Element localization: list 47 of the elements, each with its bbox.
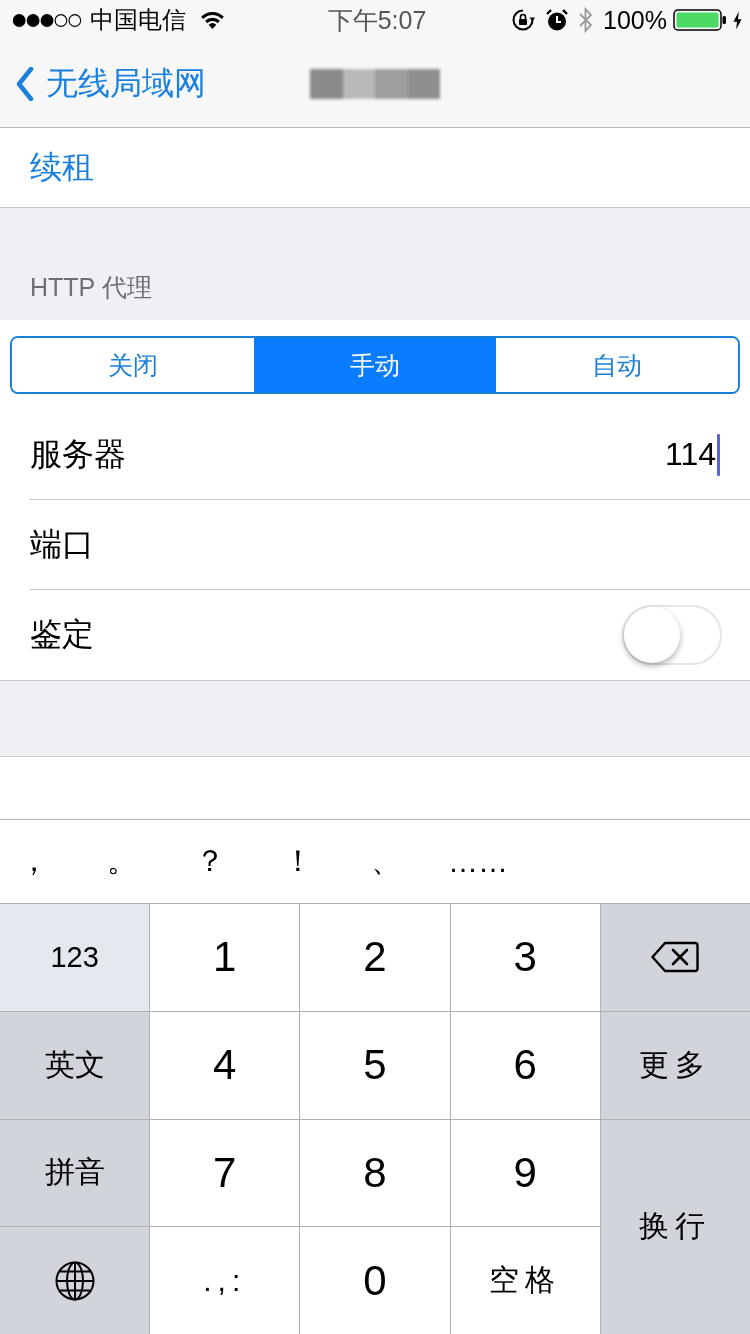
candidate-key[interactable]: 。 xyxy=(96,841,148,882)
keyboard-mode-key[interactable]: 英文 xyxy=(0,1011,150,1119)
status-time: 下午5:07 xyxy=(327,4,427,36)
delete-key[interactable] xyxy=(600,904,750,1011)
keyboard-key[interactable]: 空格 xyxy=(450,1227,600,1334)
keyboard-key[interactable]: 7 xyxy=(150,1119,300,1227)
keyboard-key[interactable]: 5 xyxy=(300,1011,450,1119)
keyboard-key[interactable]: 3 xyxy=(450,904,600,1011)
keyboard-key[interactable]: 1 xyxy=(150,904,300,1011)
keyboard-key[interactable]: 2 xyxy=(300,904,450,1011)
keyboard-mode-key[interactable]: 拼音 xyxy=(0,1119,150,1227)
globe-icon xyxy=(54,1260,95,1301)
keyboard-key[interactable]: 换行 xyxy=(600,1119,750,1334)
keyboard-key[interactable]: 更多 xyxy=(600,1011,750,1119)
keyboard-mode-key[interactable]: 123 xyxy=(0,904,150,1011)
signal-strength-icon xyxy=(12,12,82,28)
bluetooth-icon xyxy=(579,7,594,33)
keyboard-key[interactable]: 4 xyxy=(150,1011,300,1119)
battery-percentage: 100% xyxy=(603,5,667,35)
keyboard-key[interactable]: 8 xyxy=(300,1119,450,1227)
keyboard-key[interactable]: .,: xyxy=(150,1227,300,1334)
toggle-switch[interactable] xyxy=(622,605,722,665)
row-label: 鉴定 xyxy=(30,615,94,654)
candidate-key[interactable]: 、 xyxy=(360,841,412,882)
alarm-clock-icon xyxy=(545,8,570,32)
section-header: HTTP 代理 xyxy=(30,272,152,303)
keyboard-key[interactable]: 9 xyxy=(450,1119,600,1227)
segment-tab[interactable]: 手动 xyxy=(254,338,496,392)
carrier-name: 中国电信 xyxy=(90,5,186,35)
rotation-lock-icon xyxy=(511,8,536,32)
text-input-field[interactable]: 114 xyxy=(520,430,720,479)
renew-lease-button[interactable]: 续租 xyxy=(30,145,94,190)
battery-icon xyxy=(673,9,727,31)
row-label: 端口 xyxy=(30,524,94,564)
back-button[interactable]: 无线局域网 xyxy=(16,55,206,112)
candidate-key[interactable]: …… xyxy=(448,844,508,879)
wifi-icon xyxy=(200,11,225,29)
candidate-key[interactable]: ！ xyxy=(272,841,324,882)
back-chevron-icon xyxy=(16,66,34,101)
keyboard-key[interactable]: 6 xyxy=(450,1011,600,1119)
keyboard-key[interactable]: 0 xyxy=(300,1227,450,1334)
row-label: 服务器 xyxy=(30,434,126,474)
globe-key[interactable] xyxy=(0,1227,150,1334)
candidate-key[interactable]: ？ xyxy=(184,841,236,882)
candidate-key[interactable]: ， xyxy=(8,841,60,882)
charging-bolt-icon xyxy=(733,10,742,30)
delete-backspace-icon xyxy=(651,941,700,974)
